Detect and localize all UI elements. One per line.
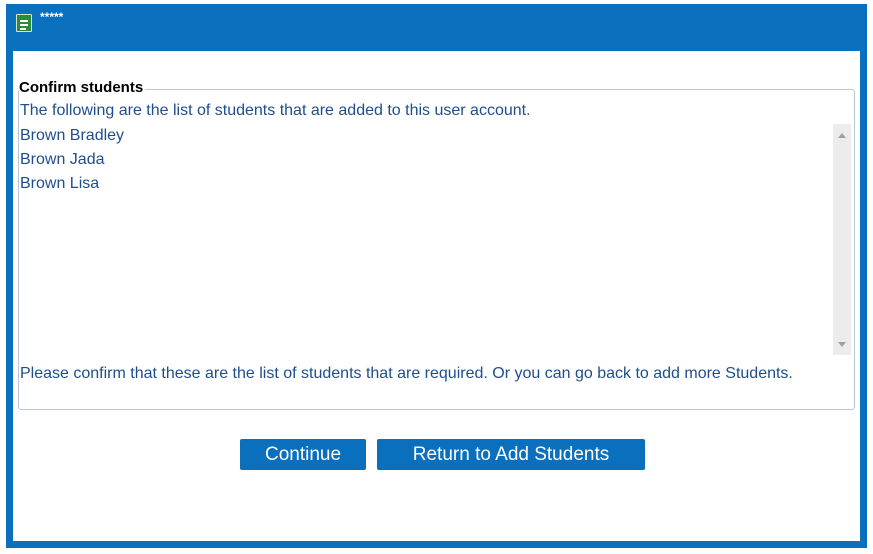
students-listbox[interactable]: Brown Bradley Brown Jada Brown Lisa <box>20 124 851 355</box>
listbox-scrollbar[interactable] <box>833 124 851 355</box>
student-list-item[interactable]: Brown Jada <box>20 148 851 172</box>
dialog-window: ***** Confirm students The following are… <box>6 4 867 548</box>
dialog-content: Confirm students The following are the l… <box>13 51 860 541</box>
student-list-item[interactable]: Brown Bradley <box>20 124 851 148</box>
confirm-instructions: Please confirm that these are the list o… <box>20 365 793 382</box>
title-bar: ***** <box>6 4 867 51</box>
student-list-item[interactable]: Brown Lisa <box>20 172 851 196</box>
scroll-up-arrow-icon[interactable] <box>838 133 846 138</box>
intro-text: The following are the list of students t… <box>20 102 531 119</box>
return-to-add-students-button[interactable]: Return to Add Students <box>377 439 645 470</box>
document-icon <box>16 14 32 32</box>
continue-button[interactable]: Continue <box>240 439 366 470</box>
window-title: ***** <box>40 10 64 24</box>
scroll-down-arrow-icon[interactable] <box>838 342 846 347</box>
fieldset-legend: Confirm students <box>19 79 146 96</box>
